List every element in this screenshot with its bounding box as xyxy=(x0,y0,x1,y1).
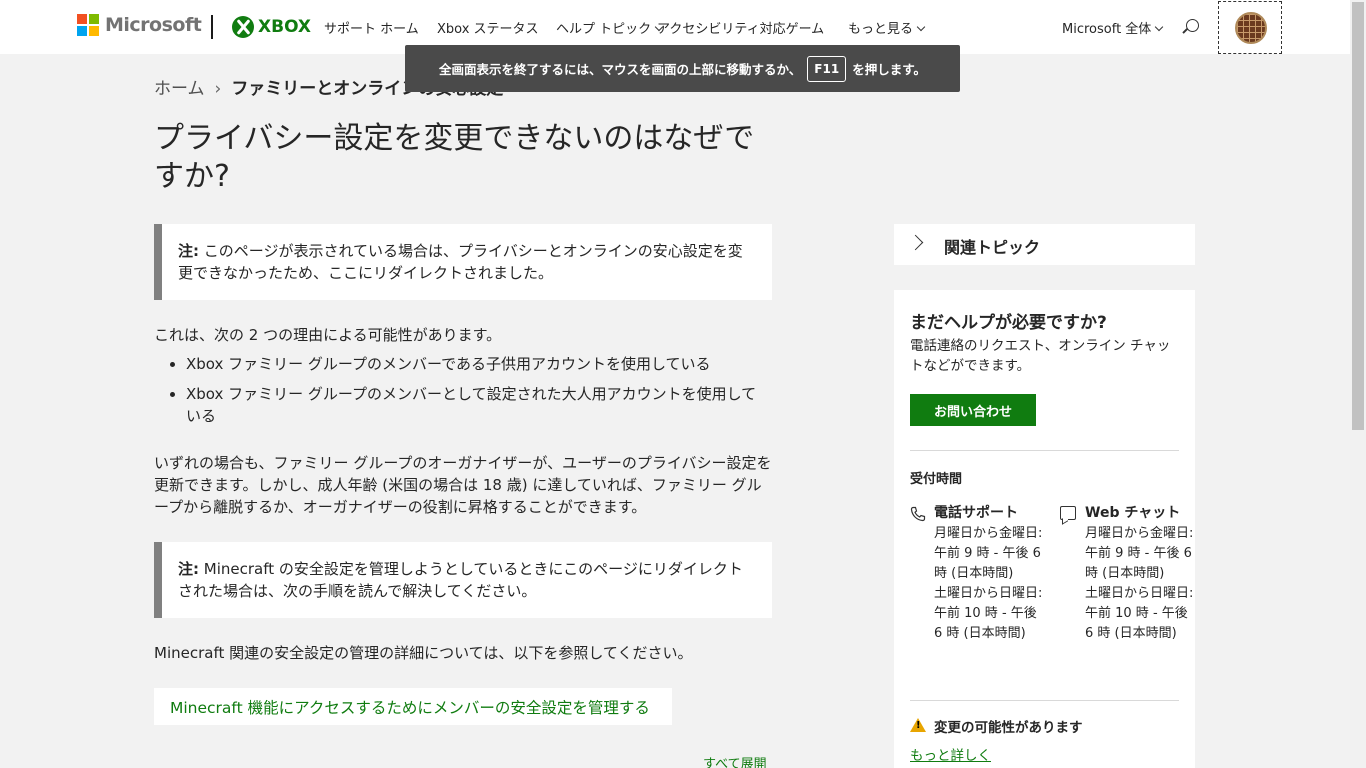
web-chat-title: Web チャット xyxy=(1085,505,1181,521)
minecraft-safety-link[interactable]: Minecraft 機能にアクセスするためにメンバーの安全設定を管理する xyxy=(154,688,672,725)
help-panel: まだヘルプが必要ですか? 電話連絡のリクエスト、オンライン チャットなどができま… xyxy=(894,290,1195,768)
body-paragraph: いずれの場合も、ファミリー グループのオーガナイザーが、ユーザーのプライバシー設… xyxy=(154,454,772,516)
nav-xbox-status[interactable]: Xbox ステータス xyxy=(437,18,539,37)
fullscreen-toast: 全画面表示を終了するには、マウスを画面の上部に移動するか、 F11 を押します。 xyxy=(405,45,960,92)
microsoft-logo-icon xyxy=(77,14,99,36)
nav-microsoft-all[interactable]: Microsoft 全体 xyxy=(1062,18,1164,37)
expand-all-link[interactable]: すべて展開 xyxy=(703,753,767,768)
avatar xyxy=(1235,12,1267,44)
web-chat-hours: 月曜日から金曜日: 午前 9 時 - 午後 6 時 (日本時間) 土曜日から日曜… xyxy=(1085,526,1194,641)
page-scrollbar[interactable] xyxy=(1350,0,1366,768)
page-title: プライバシー設定を変更できないのはなぜですか? xyxy=(154,121,755,194)
help-title: まだヘルプが必要ですか? xyxy=(910,313,1107,333)
chevron-down-icon xyxy=(1155,22,1164,32)
hours-title: 受付時間 xyxy=(910,472,963,487)
chevron-down-icon xyxy=(916,22,926,32)
divider xyxy=(910,700,1179,701)
toast-key-badge: F11 xyxy=(807,55,847,82)
breadcrumb-chevron-icon: › xyxy=(214,79,222,99)
xbox-logo[interactable]: XBOX xyxy=(232,16,311,38)
toast-text-after: を押します。 xyxy=(852,62,926,77)
nav-more-label: もっと見る xyxy=(848,22,914,37)
search-icon[interactable] xyxy=(1186,19,1199,32)
list-item: Xbox ファミリー グループのメンバーである子供用アカウントを使用している xyxy=(164,353,764,375)
reason-list: Xbox ファミリー グループのメンバーである子供用アカウントを使用している X… xyxy=(164,353,764,435)
learn-more-link[interactable]: もっと詳しく xyxy=(910,744,991,764)
note-text: Minecraft の安全設定を管理しようとしているときにこのページにリダイレク… xyxy=(178,560,743,600)
nav-microsoft-all-label: Microsoft 全体 xyxy=(1062,22,1152,37)
list-item: Xbox ファミリー グループのメンバーとして設定された大人用アカウントを使用し… xyxy=(164,383,764,427)
note-label: 注: xyxy=(178,560,199,578)
xbox-sphere-icon xyxy=(232,16,254,38)
related-topics-label: 関連トピック xyxy=(944,238,1041,257)
phone-support-title: 電話サポート xyxy=(934,505,1018,521)
microsoft-logo[interactable]: Microsoft xyxy=(77,14,202,36)
chat-icon xyxy=(1060,506,1076,520)
note-label: 注: xyxy=(178,242,199,260)
microsoft-brand-text: Microsoft xyxy=(105,14,202,36)
account-button[interactable] xyxy=(1218,1,1282,54)
divider xyxy=(910,450,1179,451)
contact-us-button[interactable]: お問い合わせ xyxy=(910,394,1036,426)
note-text: このページが表示されている場合は、プライバシーとオンラインの安心設定を変更できな… xyxy=(178,242,743,282)
nav-help-topics-label: ヘルプ トピック xyxy=(556,22,652,37)
related-topics-toggle[interactable]: 関連トピック xyxy=(894,224,1195,265)
scrollbar-thumb[interactable] xyxy=(1352,2,1364,430)
phone-support-hours: 月曜日から金曜日: 午前 9 時 - 午後 6 時 (日本時間) 土曜日から日曜… xyxy=(934,526,1043,641)
warning-icon xyxy=(910,718,926,732)
nav-accessible-games[interactable]: アクセシビリティ対応ゲーム xyxy=(657,18,824,37)
toast-text-before: 全画面表示を終了するには、マウスを画面の上部に移動するか、 xyxy=(439,62,802,77)
chevron-right-icon xyxy=(907,234,924,251)
intro-text: これは、次の 2 つの理由による可能性があります。 xyxy=(154,326,502,344)
phone-support-column: 電話サポート 月曜日から金曜日: 午前 9 時 - 午後 6 時 (日本時間) … xyxy=(934,502,1046,644)
note-box-minecraft: 注: Minecraft の安全設定を管理しようとしているときにこのページにリダ… xyxy=(154,542,772,618)
phone-icon xyxy=(910,506,926,522)
web-chat-column: Web チャット 月曜日から金曜日: 午前 9 時 - 午後 6 時 (日本時間… xyxy=(1085,502,1197,644)
xbox-brand-text: XBOX xyxy=(258,17,312,37)
nav-more[interactable]: もっと見る xyxy=(848,18,926,37)
header-divider xyxy=(211,15,213,39)
help-description: 電話連絡のリクエスト、オンライン チャットなどができます。 xyxy=(910,338,1171,374)
nav-support-home[interactable]: サポート ホーム xyxy=(324,18,419,37)
breadcrumb-home[interactable]: ホーム xyxy=(154,79,205,99)
minecraft-paragraph: Minecraft 関連の安全設定の管理の詳細については、以下を参照してください… xyxy=(154,644,693,662)
nav-help-topics[interactable]: ヘルプ トピック xyxy=(556,18,664,37)
warning-text: 変更の可能性があります xyxy=(934,720,1083,736)
note-box: 注: このページが表示されている場合は、プライバシーとオンラインの安心設定を変更… xyxy=(154,224,772,300)
